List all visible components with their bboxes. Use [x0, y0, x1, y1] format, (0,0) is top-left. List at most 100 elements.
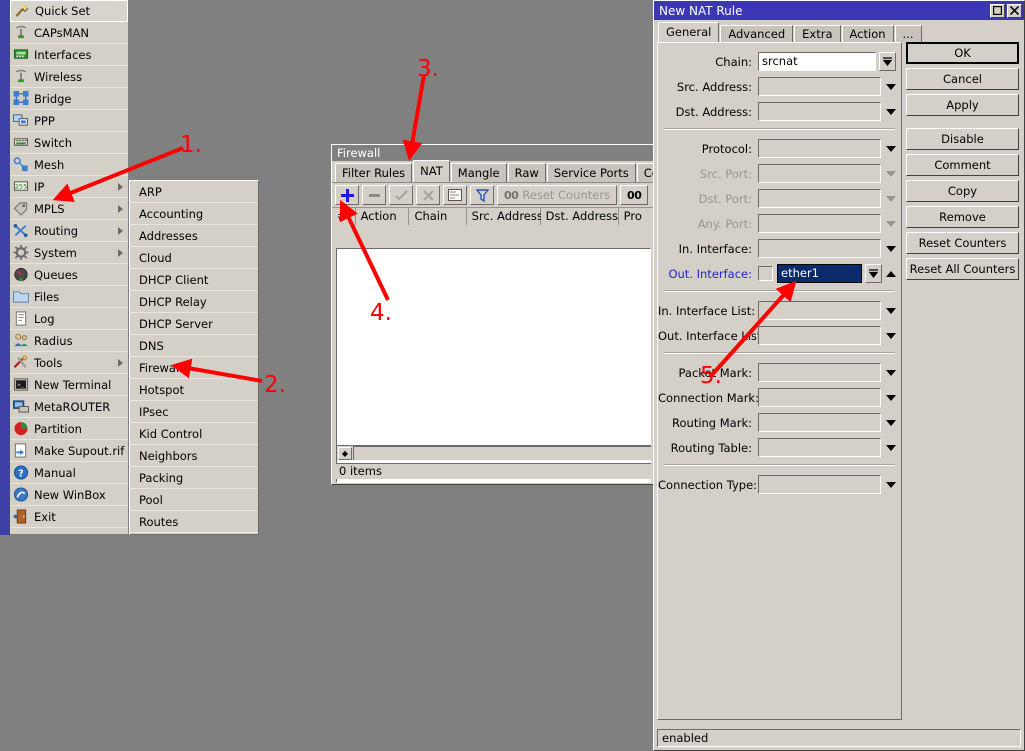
ip-submenu-neighbors[interactable]: Neighbors [130, 445, 258, 467]
firewall-disable-button[interactable] [416, 185, 440, 205]
sidebar-item-interfaces[interactable]: Interfaces [10, 44, 128, 66]
field-checkbox-out-interface[interactable] [758, 266, 773, 281]
sidebar-item-log[interactable]: Log [10, 308, 128, 330]
field-dropdown-arrow-routing-table[interactable] [886, 444, 896, 451]
firewall-column-header[interactable]: # [332, 208, 356, 225]
firewall-tab-filter-rules[interactable]: Filter Rules [335, 163, 413, 182]
scroll-track[interactable] [353, 446, 651, 460]
disable-button[interactable]: Disable [906, 128, 1019, 150]
sidebar-item-partition[interactable]: Partition [10, 418, 128, 440]
ip-submenu-addresses[interactable]: Addresses [130, 225, 258, 247]
firewall-enable-button[interactable] [389, 185, 413, 205]
ip-submenu-hotspot[interactable]: Hotspot [130, 379, 258, 401]
firewall-comment-button[interactable] [443, 185, 467, 205]
sidebar-item-radius[interactable]: Radius [10, 330, 128, 352]
field-input-out-interface-list[interactable] [758, 326, 881, 345]
ip-submenu-dns[interactable]: DNS [130, 335, 258, 357]
sidebar-item-system[interactable]: System [10, 242, 128, 264]
sidebar-item-mpls[interactable]: MPLS [10, 198, 128, 220]
field-input-dst-address[interactable] [758, 102, 881, 121]
field-dropdown-arrow-connection-type[interactable] [886, 481, 896, 488]
field-input-any-port[interactable] [758, 214, 881, 233]
firewall-reset-all-counters-button[interactable]: 00 [620, 185, 649, 205]
firewall-tab-nat[interactable]: NAT [413, 160, 450, 182]
field-dropdown-arrow-in-interface-list[interactable] [886, 307, 896, 314]
ip-submenu-packing[interactable]: Packing [130, 467, 258, 489]
sidebar-item-bridge[interactable]: Bridge [10, 88, 128, 110]
firewall-horizontal-scrollbar[interactable]: ◆ [336, 445, 651, 460]
ip-submenu-pool[interactable]: Pool [130, 489, 258, 511]
reset-counters-button[interactable]: Reset Counters [906, 232, 1019, 254]
sidebar-item-wireless[interactable]: Wireless [10, 66, 128, 88]
field-dropdown-arrow-dst-port[interactable] [886, 195, 896, 202]
field-dropdown-arrow-dst-address[interactable] [886, 108, 896, 115]
field-input-protocol[interactable] [758, 139, 881, 158]
sidebar-item-metarouter[interactable]: MetaROUTER [10, 396, 128, 418]
field-dropdown-arrow-src-port[interactable] [886, 170, 896, 177]
nat-tab-general[interactable]: General [658, 22, 720, 42]
field-input-out-interface[interactable]: ether1 [777, 264, 862, 283]
sidebar-item-make-supout-rif[interactable]: Make Supout.rif [10, 440, 128, 462]
sidebar-item-routing[interactable]: Routing [10, 220, 128, 242]
ip-submenu-kid-control[interactable]: Kid Control [130, 423, 258, 445]
field-dropdown-arrow-in-interface[interactable] [886, 245, 896, 252]
cancel-button[interactable]: Cancel [906, 68, 1019, 90]
reset-all-counters-button[interactable]: Reset All Counters [906, 258, 1019, 280]
firewall-remove-button[interactable] [362, 185, 386, 205]
nat-tab-extra[interactable]: Extra [794, 25, 841, 42]
field-input-routing-table[interactable] [758, 438, 881, 457]
copy-button[interactable]: Copy [906, 180, 1019, 202]
field-dropdown-arrow-src-address[interactable] [886, 83, 896, 90]
firewall-column-header[interactable]: Action [355, 208, 410, 225]
remove-button[interactable]: Remove [906, 206, 1019, 228]
ip-submenu-ipsec[interactable]: IPsec [130, 401, 258, 423]
ip-submenu-routes[interactable]: Routes [130, 511, 258, 533]
sidebar-item-exit[interactable]: Exit [10, 506, 128, 528]
field-input-src-address[interactable] [758, 77, 881, 96]
field-dropdown-arrow-routing-mark[interactable] [886, 419, 896, 426]
nat-tab-advanced[interactable]: Advanced [720, 25, 794, 42]
ip-submenu-dhcp-relay[interactable]: DHCP Relay [130, 291, 258, 313]
sidebar-item-tools[interactable]: Tools [10, 352, 128, 374]
firewall-reset-counters-button[interactable]: 00 Reset Counters [497, 185, 618, 205]
field-input-routing-mark[interactable] [758, 413, 881, 432]
field-remove-arrow-out-interface[interactable] [886, 270, 896, 277]
field-dropdown-button-out-interface[interactable] [865, 264, 882, 283]
field-dropdown-button-chain[interactable] [879, 52, 896, 71]
sidebar-item-capsman[interactable]: CAPsMAN [10, 22, 128, 44]
field-input-in-interface[interactable] [758, 239, 881, 258]
comment-button[interactable]: Comment [906, 154, 1019, 176]
field-input-dst-port[interactable] [758, 189, 881, 208]
sidebar-item-manual[interactable]: ? Manual [10, 462, 128, 484]
firewall-tab-mangle[interactable]: Mangle [450, 163, 507, 182]
field-input-chain[interactable]: srcnat [758, 52, 876, 71]
ip-submenu-dhcp-client[interactable]: DHCP Client [130, 269, 258, 291]
field-dropdown-arrow-protocol[interactable] [886, 145, 896, 152]
sidebar-item-quick-set[interactable]: Quick Set [10, 0, 128, 22]
ip-submenu-arp[interactable]: ARP [130, 181, 258, 203]
field-input-in-interface-list[interactable] [758, 301, 881, 320]
apply-button[interactable]: Apply [906, 94, 1019, 116]
ip-submenu-accounting[interactable]: Accounting [130, 203, 258, 225]
firewall-column-header[interactable]: Src. Address [466, 208, 543, 225]
sidebar-item-ip[interactable]: 255 IP [10, 176, 128, 198]
ip-submenu-cloud[interactable]: Cloud [130, 247, 258, 269]
field-dropdown-arrow-out-interface-list[interactable] [886, 332, 896, 339]
ip-submenu-firewall[interactable]: Firewall [130, 357, 258, 379]
firewall-filter-button[interactable] [470, 185, 494, 205]
ip-submenu-dhcp-server[interactable]: DHCP Server [130, 313, 258, 335]
field-dropdown-arrow-connection-mark[interactable] [886, 394, 896, 401]
sidebar-item-new-winbox[interactable]: New WinBox [10, 484, 128, 506]
sidebar-item-new-terminal[interactable]: >_ New Terminal [10, 374, 128, 396]
nat-tab-action[interactable]: Action [841, 25, 894, 42]
ok-button[interactable]: OK [906, 42, 1019, 64]
scroll-left-icon[interactable]: ◆ [338, 446, 352, 460]
firewall-add-button[interactable] [335, 185, 359, 205]
maximize-icon[interactable] [990, 3, 1005, 18]
field-input-packet-mark[interactable] [758, 363, 881, 382]
firewall-column-header[interactable]: Dst. Address [540, 208, 619, 225]
firewall-column-header[interactable]: Pro [618, 208, 654, 225]
sidebar-item-queues[interactable]: Queues [10, 264, 128, 286]
field-dropdown-arrow-any-port[interactable] [886, 220, 896, 227]
firewall-tab-raw[interactable]: Raw [507, 163, 546, 182]
